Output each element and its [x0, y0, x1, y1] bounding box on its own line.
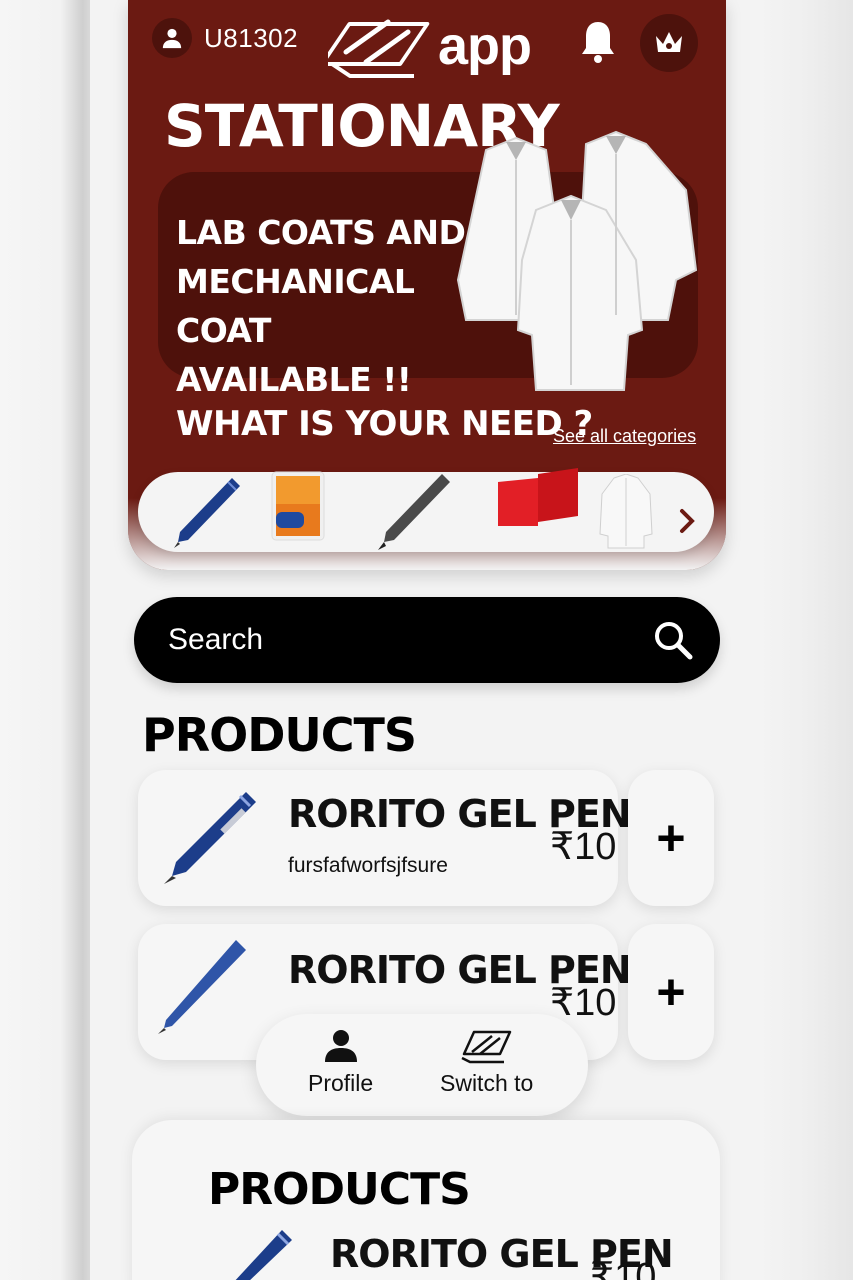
nav-profile-label: Profile — [308, 1070, 374, 1096]
add-to-cart-button[interactable]: + — [628, 770, 714, 906]
pen-image — [235, 1230, 292, 1280]
user-id: U81302 — [204, 22, 299, 53]
bottom-sheet[interactable]: PRODUCTS RORITO GEL PEN ₹10 — [132, 1120, 720, 1280]
category-pen[interactable] — [166, 472, 246, 557]
sheet-products-title: PRODUCTS — [208, 1164, 471, 1215]
need-title: WHAT IS YOUR NEED ? — [176, 404, 593, 444]
notebook-icon — [271, 471, 325, 541]
user-icon — [152, 18, 192, 58]
pen-icon — [174, 478, 240, 548]
promo-text: LAB COATS AND MECHANICAL COAT AVAILABLE … — [176, 213, 466, 399]
profile-icon — [324, 1030, 357, 1062]
add-to-cart-button[interactable]: + — [628, 924, 714, 1060]
switch-logo-icon — [461, 1030, 511, 1064]
nav-switch[interactable]: Switch to — [440, 1028, 533, 1097]
device-edge-right — [758, 0, 853, 1280]
category-lab-coat[interactable] — [598, 473, 654, 555]
bell-icon[interactable] — [580, 20, 616, 69]
product-description: fursfafworfsjfsure — [288, 854, 448, 877]
product-price: ₹10 — [550, 826, 617, 868]
chevron-right-icon[interactable] — [678, 508, 696, 539]
see-all-categories-link[interactable]: See all categories — [553, 426, 696, 447]
pen-image — [158, 940, 246, 1034]
user-chip[interactable]: U81302 — [152, 16, 298, 60]
logo-text: app — [438, 16, 532, 76]
category-notebook[interactable] — [268, 468, 328, 549]
products-title: PRODUCTS — [142, 708, 417, 762]
product-price: ₹10 — [550, 982, 617, 1024]
category-red-file[interactable] — [494, 464, 584, 539]
search-icon[interactable] — [652, 619, 694, 666]
lab-coats-image — [456, 130, 698, 391]
nav-profile[interactable]: Profile — [308, 1028, 373, 1097]
app-logo: app — [328, 10, 532, 82]
product-card[interactable]: RORITO GEL PEN fursfafworfsjfsure ₹10 — [138, 770, 632, 906]
lab-coat-icon — [599, 473, 653, 549]
logo-mark-icon — [328, 19, 430, 78]
pen-image — [164, 792, 256, 884]
search-bar — [134, 597, 720, 683]
category-bar — [138, 468, 714, 555]
mechanical-pencil-icon — [378, 474, 450, 550]
red-file-icon — [498, 468, 578, 526]
hero-banner: U81302 app STATIONARY LAB COATS AND MECH… — [128, 0, 726, 570]
search-input[interactable] — [168, 597, 638, 683]
nav-switch-label: Switch to — [440, 1070, 534, 1096]
crown-icon[interactable] — [640, 14, 698, 72]
bottom-nav: Profile Switch to — [256, 1014, 588, 1116]
category-mechanical-pencil[interactable] — [366, 472, 456, 557]
sheet-product-price: ₹10 — [590, 1256, 657, 1280]
